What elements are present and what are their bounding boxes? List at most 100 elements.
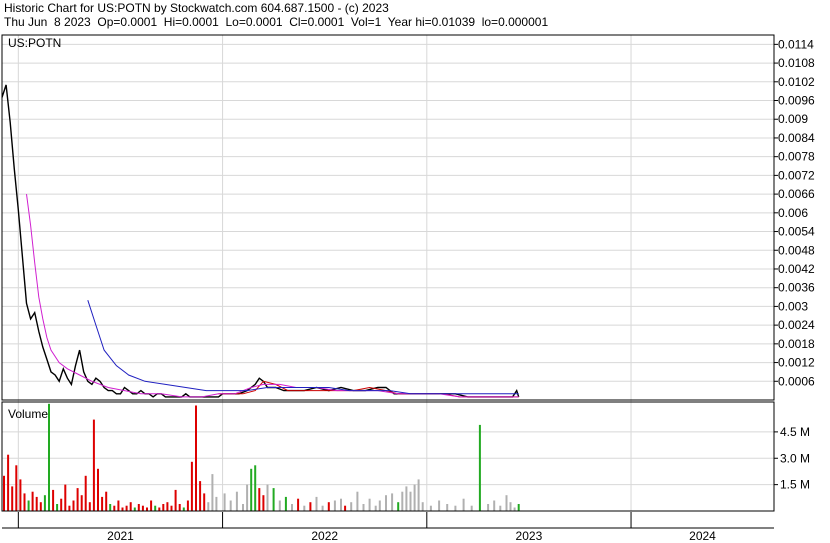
stock-chart: 0.0114 0.0108 0.0102 0.0096 0.009 0.0084 0.007… [1,34,815,543]
volume-bar [97,468,99,511]
volume-bar [417,479,420,511]
volume-bar [166,502,169,511]
price-series-line-2 [26,194,519,398]
price-tick-label: 0.0072 [778,168,815,182]
volume-title: Volume [8,407,48,421]
volume-bars [3,403,520,511]
price-tick-label: 0.0108 [778,56,815,70]
volume-bar [190,461,193,511]
volume-bar [72,500,75,511]
symbol-label: US:POTN [8,36,61,50]
volume-panel-frame [1,401,775,512]
volume-tick-label: 4.5 M [780,425,810,439]
x-tick-label: 2021 [107,529,134,543]
volume-bar [35,496,38,511]
volume-bar [68,505,71,511]
volume-bar [362,504,365,511]
volume-bar [499,505,502,511]
volume-bar [203,493,206,511]
volume-bar [109,504,112,511]
volume-bar [195,405,197,511]
volume-bar [154,505,157,511]
volume-bar [170,505,173,511]
price-tick-label: 0.0012 [778,356,815,370]
volume-bar [64,484,67,511]
volume-y-axis: 4.5 M 3.0 M 1.5 M [774,425,810,492]
volume-bar [413,484,416,511]
volume-bar [321,505,324,511]
volume-bar [56,504,59,511]
price-tick-label: 0.0078 [778,150,815,164]
price-tick-label: 0.0096 [778,94,815,108]
volume-bar [291,504,293,511]
volume-bar [391,493,394,511]
volume-bar [487,504,490,511]
x-tick-label: 2024 [689,529,716,543]
price-tick-label: 0.0006 [778,374,815,388]
volume-bar [378,500,381,511]
volume-bar [121,507,124,511]
volume-bar [27,500,30,511]
volume-bar [446,504,449,511]
volume-bar [462,498,465,511]
volume-bar [272,488,275,511]
volume-bar [315,496,318,511]
price-tick-label: 0.0024 [778,318,815,332]
volume-tick-label: 1.5 M [780,478,810,492]
volume-bar [374,505,377,511]
volume-bar [266,484,269,511]
volume-bar [39,502,42,511]
volume-bar [80,495,83,511]
volume-bar [297,498,300,511]
volume-bar [88,502,91,511]
grid-lines [2,35,774,511]
volume-bar [493,500,496,511]
volume-bar [207,502,210,511]
volume-bar [101,496,104,511]
volume-bar [146,507,148,511]
volume-bar [31,491,34,511]
volume-bar [137,504,140,511]
volume-bar [105,491,108,511]
volume-bar [199,481,202,511]
price-tick-label: 0.0084 [778,131,815,145]
volume-bar [356,491,359,511]
volume-bar [235,491,238,511]
price-series-line-3 [87,300,519,395]
volume-bar [478,424,481,511]
volume-bar [11,486,14,511]
volume-bar [125,505,128,511]
volume-bar [409,491,412,511]
volume-bar [211,474,214,511]
volume-bar [117,500,120,511]
price-series-line-0 [1,84,520,398]
volume-bar [429,505,432,511]
price-tick-label: 0.0102 [778,75,815,89]
price-tick-label: 0.0114 [778,37,814,51]
volume-bar [401,491,404,511]
volume-bar [250,468,253,511]
volume-bar [133,507,136,511]
volume-bar [421,502,424,511]
volume-bar [470,505,473,511]
volume-bar [43,495,46,511]
volume-bar [15,465,18,511]
volume-bar [7,454,10,511]
volume-bar [340,498,342,511]
volume-bar [350,502,353,511]
volume-bar [162,504,165,511]
volume-bar [3,475,5,511]
price-tick-label: 0.0048 [778,243,815,257]
x-tick-label: 2023 [516,529,543,543]
volume-bar [178,504,181,511]
price-y-axis: 0.0114 0.0108 0.0102 0.0096 0.009 0.0084 0.007… [774,37,815,388]
volume-bar [158,507,161,511]
x-tick-label: 2022 [311,529,338,543]
volume-bar [84,475,87,511]
volume-bar [19,479,22,511]
volume-bar [438,500,441,511]
price-panel-frame [1,34,775,401]
volume-bar [509,502,512,511]
volume-bar [60,498,63,511]
volume-bar [174,489,177,511]
